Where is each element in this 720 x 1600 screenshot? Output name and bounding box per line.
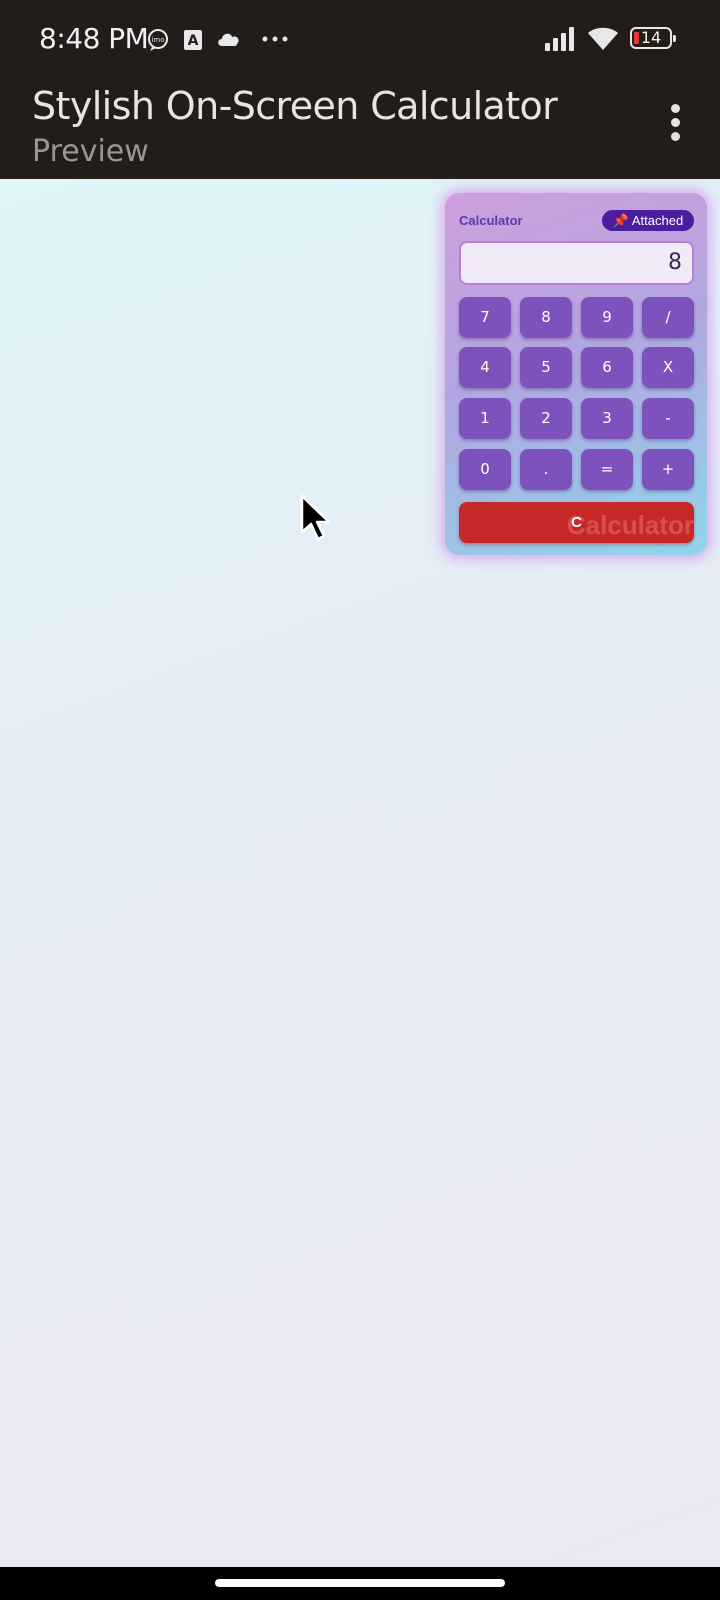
more-vertical-icon[interactable] [660,104,692,144]
mouse-cursor-icon [300,494,331,541]
attached-badge[interactable]: 📌 Attached [602,210,694,231]
floating-calculator[interactable]: Calculator 📌 Attached 8 7 8 9 / 4 5 6 X … [445,193,707,555]
key-5[interactable]: 5 [520,347,572,388]
key-1[interactable]: 1 [459,398,511,439]
key-3[interactable]: 3 [581,398,633,439]
imo-icon: imo [148,29,168,51]
calculator-label: Calculator [459,213,523,228]
svg-text:imo: imo [151,36,164,44]
key-4[interactable]: 4 [459,347,511,388]
status-bar: 8:48 PM imo A 14 [0,0,720,78]
status-time: 8:48 PM [39,22,149,55]
calculator-display: 8 [459,241,694,285]
navigation-bar [0,1567,720,1600]
clear-button[interactable]: Calculator C [459,502,694,543]
battery-icon: 14 [630,27,676,49]
app-title: Stylish On-Screen Calculator [32,84,558,128]
key-divide[interactable]: / [642,297,694,338]
key-decimal[interactable]: . [520,449,572,490]
key-2[interactable]: 2 [520,398,572,439]
key-9[interactable]: 9 [581,297,633,338]
cloud-icon [218,33,239,46]
key-8[interactable]: 8 [520,297,572,338]
signal-icon [545,27,574,51]
key-equals[interactable]: = [581,449,633,490]
key-minus[interactable]: - [642,398,694,439]
font-icon: A [184,30,202,50]
key-0[interactable]: 0 [459,449,511,490]
wifi-icon [588,27,618,50]
key-7[interactable]: 7 [459,297,511,338]
key-multiply[interactable]: X [642,347,694,388]
clear-label: C [571,514,582,531]
battery-level: 14 [640,28,662,47]
app-subtitle: Preview [32,134,149,169]
more-dots-icon [262,36,288,42]
home-indicator[interactable] [215,1579,505,1587]
svg-text:A: A [188,33,199,49]
key-6[interactable]: 6 [581,347,633,388]
key-plus[interactable]: + [642,449,694,490]
app-bar: Stylish On-Screen Calculator Preview [0,78,720,179]
